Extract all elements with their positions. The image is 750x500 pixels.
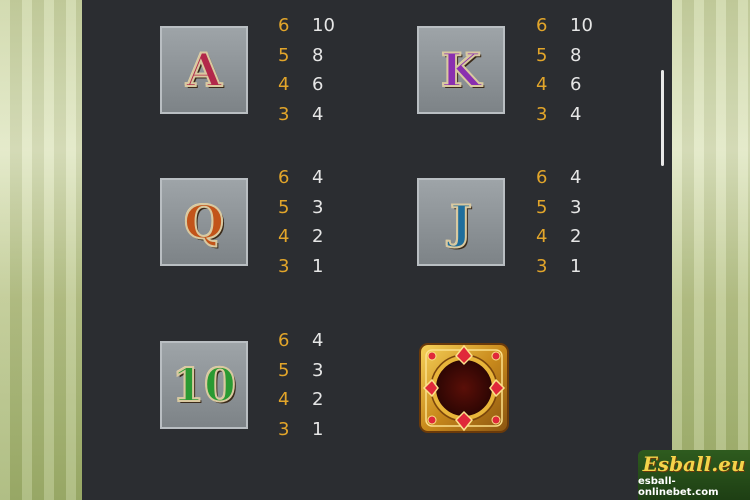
symbol-j-paytable: 64 53 42 31	[536, 163, 616, 281]
paytable-row: 31	[278, 252, 358, 282]
symbol-a-paytable: 6 10 58 46 34	[278, 11, 358, 129]
match-count: 3	[278, 103, 290, 125]
match-count: 3	[278, 255, 290, 277]
symbol-q-letter: Q	[183, 194, 225, 250]
watermark-badge: Esball.eu esball-onlinebet.com	[638, 450, 750, 500]
symbol-10-tile: 10	[160, 341, 248, 429]
payout-value: 8	[570, 44, 582, 66]
match-count: 5	[278, 44, 290, 66]
symbol-j-letter: J	[449, 194, 473, 250]
paytable-row: 42	[278, 222, 358, 252]
payout-value: 4	[570, 103, 582, 125]
payout-value: 6	[570, 74, 582, 96]
match-count: 6	[278, 15, 290, 37]
match-count: 6	[536, 15, 548, 37]
payout-value: 1	[312, 418, 324, 440]
paytable-row: 6 10	[278, 11, 358, 41]
paytable-row: 64	[536, 163, 616, 193]
match-count: 3	[278, 418, 290, 440]
payout-value: 2	[312, 226, 324, 248]
golden-jeweled-frame-icon	[416, 340, 512, 436]
symbol-k-letter: K	[440, 42, 482, 98]
match-count: 4	[536, 226, 548, 248]
payout-value: 3	[570, 196, 582, 218]
payout-value: 8	[312, 44, 324, 66]
symbol-a-letter: A	[185, 42, 223, 98]
payout-value: 3	[312, 196, 324, 218]
paytable-row: 31	[536, 252, 616, 282]
match-count: 5	[536, 44, 548, 66]
payout-value: 4	[312, 330, 324, 352]
payout-value: 4	[312, 167, 324, 189]
paytable-row: 6 10	[536, 11, 616, 41]
paytable-row: 46	[536, 70, 616, 100]
payout-value: 2	[312, 389, 324, 411]
paytable-row: 58	[536, 41, 616, 71]
payout-value: 1	[312, 255, 324, 277]
payout-value: 6	[312, 74, 324, 96]
payout-value: 10	[570, 15, 593, 37]
payout-value: 4	[312, 103, 324, 125]
paytable-row: 34	[536, 100, 616, 130]
match-count: 5	[278, 359, 290, 381]
paytable-row: 42	[278, 385, 358, 415]
symbol-k-paytable: 6 10 58 46 34	[536, 11, 616, 129]
match-count: 5	[536, 196, 548, 218]
match-count: 4	[536, 74, 548, 96]
background-right-scenery	[672, 0, 750, 500]
paytable-row: 46	[278, 70, 358, 100]
payout-value: 1	[570, 255, 582, 277]
symbol-q-paytable: 64 53 42 31	[278, 163, 358, 281]
symbol-k-tile: K	[417, 26, 505, 114]
match-count: 3	[536, 103, 548, 125]
watermark-url: esball-onlinebet.com	[638, 476, 719, 498]
match-count: 4	[278, 389, 290, 411]
match-count: 6	[278, 330, 290, 352]
symbol-a-tile: A	[160, 26, 248, 114]
paytable-row: 64	[278, 326, 358, 356]
paytable-row: 53	[278, 193, 358, 223]
background-left-scenery	[0, 0, 82, 500]
symbol-q-tile: Q	[160, 178, 248, 266]
match-count: 4	[278, 74, 290, 96]
scrollbar-thumb[interactable]	[661, 70, 664, 166]
symbol-10-letter: 10	[171, 357, 237, 413]
paytable-row: 42	[536, 222, 616, 252]
match-count: 6	[536, 167, 548, 189]
payout-value: 10	[312, 15, 335, 37]
paytable-row: 53	[536, 193, 616, 223]
payout-value: 3	[312, 359, 324, 381]
match-count: 6	[278, 167, 290, 189]
paytable-row: 34	[278, 100, 358, 130]
match-count: 3	[536, 255, 548, 277]
watermark-logo: Esball.eu	[642, 452, 746, 476]
match-count: 4	[278, 226, 290, 248]
paytable-row: 58	[278, 41, 358, 71]
match-count: 5	[278, 196, 290, 218]
paytable-row: 64	[278, 163, 358, 193]
payout-value: 4	[570, 167, 582, 189]
symbol-j-tile: J	[417, 178, 505, 266]
payout-value: 2	[570, 226, 582, 248]
symbol-10-paytable: 64 53 42 31	[278, 326, 358, 444]
paytable-row: 31	[278, 415, 358, 445]
paytable-row: 53	[278, 356, 358, 386]
